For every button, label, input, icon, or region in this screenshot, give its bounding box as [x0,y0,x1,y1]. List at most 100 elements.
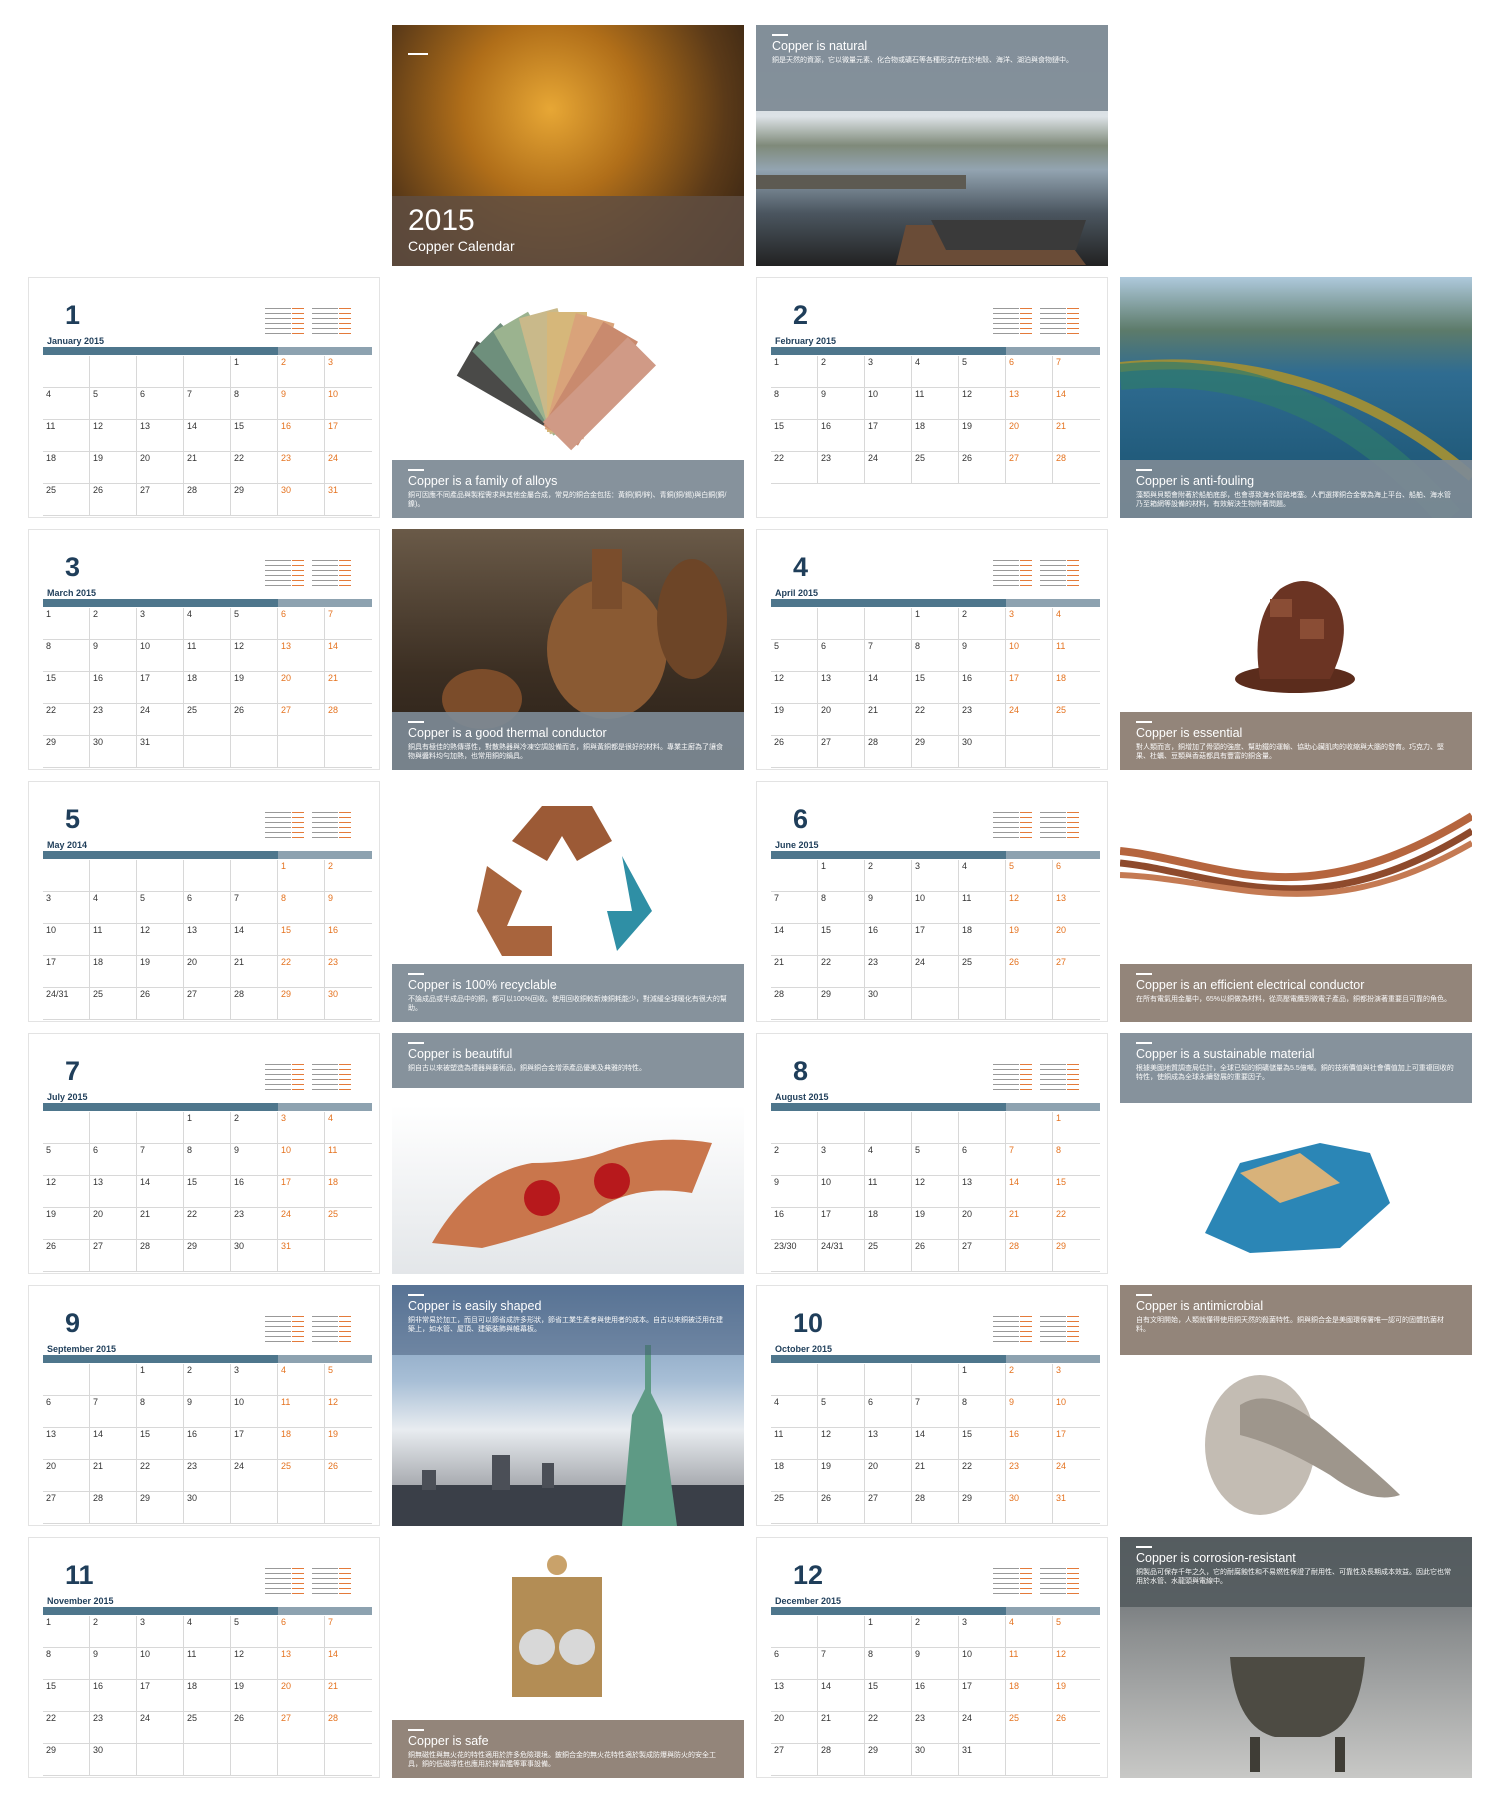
day-cell: 28 [137,1240,184,1272]
mini-calendar-previous [265,1315,305,1344]
weekday-bar [43,1607,372,1615]
day-cell: 21 [771,956,818,988]
day-cell: 8 [818,892,865,924]
day-cell: 18 [184,1680,231,1712]
day-cell: 16 [959,672,1006,704]
day-cell: 2 [231,1112,278,1144]
caption-dash [1136,1042,1152,1044]
day-cell: 24 [325,452,372,484]
mini-calendar-next [1040,1315,1080,1344]
caption-alloys: Copper is a family of alloys 銅可因應不同產品與製程… [392,460,744,518]
day-cell [818,1616,865,1648]
photo-beautiful: Copper is beautiful 銅自古以來被塑造為禮器與藝術品，銅與銅合… [392,1033,744,1274]
day-cell: 21 [865,704,912,736]
day-cell: 6 [818,640,865,672]
day-cell: 19 [1006,924,1053,956]
day-cell: 11 [1006,1648,1053,1680]
day-cell: 1 [1053,1112,1100,1144]
day-cell: 23 [325,956,372,988]
day-cell: 12 [818,1428,865,1460]
day-cell: 18 [912,420,959,452]
day-cell [865,608,912,640]
day-cell: 24 [137,1712,184,1744]
day-cell: 17 [818,1208,865,1240]
day-cell: 12 [43,1176,90,1208]
day-cell: 2 [912,1616,959,1648]
day-cell: 30 [1006,1492,1053,1524]
day-cell: 1 [771,356,818,388]
caption-dash [408,721,424,723]
mini-calendar-previous [993,307,1033,336]
day-cell: 14 [325,1648,372,1680]
day-cell: 19 [90,452,137,484]
day-cell: 3 [959,1616,1006,1648]
cover-dash [408,53,428,55]
caption-text: 藻類與貝類會附著於船舶底部，也會導致海水管路堵塞。人們選擇銅合金做為海上平台、船… [1136,492,1451,509]
day-cell: 8 [912,640,959,672]
day-cell: 14 [325,640,372,672]
day-cell [865,1364,912,1396]
day-cell [184,356,231,388]
caption-dash [1136,721,1152,723]
photo-recyclable: Copper is 100% recyclable 不論成品或半成品中的銅，都可… [392,781,744,1022]
day-cell: 8 [137,1396,184,1428]
intro-caption: Copper is natural 銅是天然的資源，它以微量元素、化合物或礦石等… [756,25,1108,111]
day-cell: 12 [90,420,137,452]
day-cell: 18 [959,924,1006,956]
day-cell: 8 [1053,1144,1100,1176]
day-cell: 24 [959,1712,1006,1744]
day-grid: 1 2 3 4 5 6 7 8 9 10 11 12 13 14 15 16 17 18 19 20 21 22 23 24 2… [771,356,1100,516]
day-cell: 29 [865,1744,912,1776]
day-cell: 18 [865,1208,912,1240]
day-cell: 5 [90,388,137,420]
mini-calendar-next [1040,1567,1080,1596]
caption-title: Copper is anti-fouling [1136,474,1255,488]
day-cell: 7 [865,640,912,672]
day-cell: 26 [325,1460,372,1492]
day-cell: 26 [912,1240,959,1272]
day-cell: 22 [818,956,865,988]
day-cell: 29 [959,1492,1006,1524]
day-cell: 25 [325,1208,372,1240]
day-cell: 9 [818,388,865,420]
month-name: August 2015 [775,1092,829,1102]
day-cell: 2 [959,608,1006,640]
month-number: 9 [65,1308,81,1338]
day-cell: 22 [184,1208,231,1240]
day-cell: 25 [1006,1712,1053,1744]
day-cell: 11 [865,1176,912,1208]
day-cell: 18 [90,956,137,988]
day-cell: 31 [959,1744,1006,1776]
cover-subtitle: Copper Calendar [408,238,515,254]
day-cell: 6 [1053,860,1100,892]
day-grid: 1 2 3 4 5 6 7 8 9 10 11 12 13 14 15 16 17 18 19 20 21 22 23 24 2… [43,1112,372,1272]
day-cell: 2 [771,1144,818,1176]
day-grid: 1 2 3 4 5 6 7 8 9 10 11 12 13 14 15 16 17 18 19 20 21 22 23 24 2… [43,356,372,516]
calendar-january: 1 January 2015 1 2 3 4 5 6 7 8 9 10 11 12 13 14 15 16 17 18… [28,277,380,518]
caption-title: Copper is essential [1136,726,1243,740]
day-grid: 1 2 3 4 5 6 7 8 9 10 11 12 13 14 15 16 17 18 19 20 21 22 23 24 2… [771,608,1100,768]
day-cell: 8 [865,1648,912,1680]
day-cell: 6 [865,1396,912,1428]
day-cell: 12 [137,924,184,956]
day-cell: 7 [137,1144,184,1176]
day-cell: 17 [959,1680,1006,1712]
day-cell: 6 [1006,356,1053,388]
day-cell: 4 [184,1616,231,1648]
day-cell: 27 [278,704,325,736]
day-cell: 22 [278,956,325,988]
day-cell: 11 [90,924,137,956]
day-cell: 5 [1053,1616,1100,1648]
day-cell: 11 [771,1428,818,1460]
caption-title: Copper is antimicrobial [1136,1299,1264,1313]
weekday-bar [43,1355,372,1363]
month-name: November 2015 [47,1596,114,1606]
day-cell: 17 [1053,1428,1100,1460]
caption-text: 對人類而言，銅增加了骨頭的強度、幫助鐵的運輸、協助心臟肌肉的收縮與大腦的發育。巧… [1136,744,1444,761]
day-cell [771,608,818,640]
day-cell: 9 [771,1176,818,1208]
day-cell: 28 [818,1744,865,1776]
day-cell: 1 [43,1616,90,1648]
day-cell: 23 [90,704,137,736]
day-cell: 21 [137,1208,184,1240]
